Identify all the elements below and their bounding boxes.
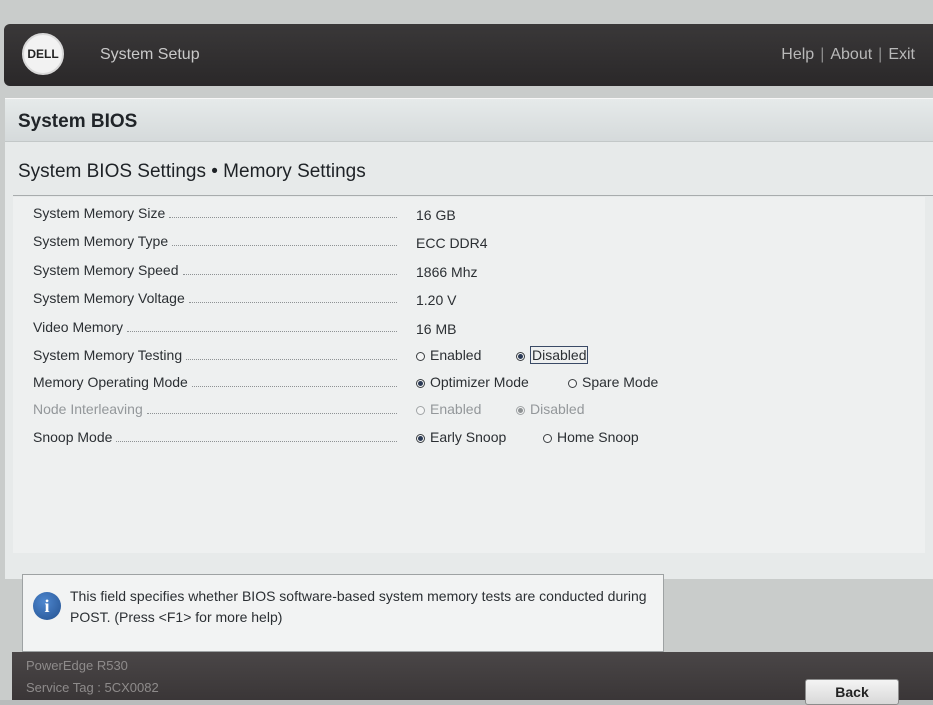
main-panel: System BIOS System BIOS Settings • Memor…	[5, 98, 933, 579]
radio-option-spare-mode[interactable]: Spare Mode	[568, 374, 658, 390]
setting-row[interactable]: Memory Operating Mode Optimizer Mode Spare…	[33, 370, 913, 396]
radio-option-label: Optimizer Mode	[430, 374, 529, 390]
radio-option-enabled: Enabled	[416, 401, 481, 417]
setting-value: 16 MB	[416, 321, 457, 337]
help-box: i This field specifies whether BIOS soft…	[22, 574, 664, 652]
help-link[interactable]: Help	[781, 46, 814, 63]
section-title: System BIOS	[18, 111, 138, 132]
radio-button-icon[interactable]	[416, 352, 425, 361]
radio-button-icon[interactable]	[543, 434, 552, 443]
settings-list: System Memory Size 16 GB System Memory Typ…	[13, 197, 925, 553]
setting-value: 1.20 V	[416, 292, 457, 308]
radio-button-icon	[416, 406, 425, 415]
radio-option-label: Early Snoop	[430, 429, 507, 445]
radio-option-label: Spare Mode	[582, 374, 659, 390]
radio-option-label: Home Snoop	[557, 429, 639, 445]
leader-dots	[182, 274, 397, 275]
radio-option-label: Enabled	[430, 347, 482, 363]
setting-value: 16 GB	[416, 207, 456, 223]
radio-option-disabled[interactable]: Disabled	[516, 346, 589, 364]
radio-option-disabled: Disabled	[516, 401, 584, 417]
radio-option-label: Enabled	[430, 401, 482, 417]
info-icon: i	[33, 592, 61, 620]
setting-label: System Memory Speed	[33, 262, 179, 278]
exit-link[interactable]: Exit	[888, 46, 915, 63]
radio-option-early-snoop[interactable]: Early Snoop	[416, 429, 506, 445]
setting-label: Snoop Mode	[33, 429, 113, 445]
leader-dots	[116, 441, 397, 442]
setting-value: ECC DDR4	[416, 235, 488, 251]
radio-button-icon[interactable]	[516, 352, 525, 361]
model-name: PowerEdge R530	[26, 658, 128, 673]
leader-dots	[188, 302, 397, 303]
setting-row: System Memory Voltage 1.20 V	[33, 286, 913, 312]
setting-row[interactable]: Snoop Mode Early Snoop Home Snoop	[33, 425, 913, 451]
leader-dots	[169, 217, 397, 218]
section-title-bar: System BIOS	[5, 99, 933, 142]
header-bar: DELL System Setup Help | About | Exit	[4, 24, 933, 86]
setting-label: System Memory Type	[33, 233, 169, 249]
about-link[interactable]: About	[830, 46, 872, 63]
setting-label: System Memory Testing	[33, 347, 183, 363]
setting-row: System Memory Type ECC DDR4	[33, 229, 913, 255]
setting-label: Node Interleaving	[33, 401, 143, 417]
radio-button-icon[interactable]	[568, 379, 577, 388]
help-text: This field specifies whether BIOS softwa…	[70, 588, 647, 625]
radio-option-optimizer-mode[interactable]: Optimizer Mode	[416, 374, 529, 390]
leader-dots	[127, 331, 397, 332]
setting-label: System Memory Voltage	[33, 290, 185, 306]
app-title: System Setup	[100, 46, 200, 63]
radio-button-icon	[516, 406, 525, 415]
page-title: System BIOS Settings • Memory Settings	[18, 161, 366, 182]
bios-screen: DELL System Setup Help | About | Exit System…	[0, 0, 933, 705]
radio-button-icon[interactable]	[416, 434, 425, 443]
setting-row: System Memory Speed 1866 Mhz	[33, 258, 913, 284]
radio-option-home-snoop[interactable]: Home Snoop	[543, 429, 639, 445]
leader-dots	[191, 386, 397, 387]
radio-button-icon[interactable]	[416, 379, 425, 388]
divider	[13, 195, 933, 196]
setting-row: Video Memory 16 MB	[33, 315, 913, 341]
leader-dots	[186, 359, 397, 360]
leader-dots	[146, 413, 397, 414]
radio-option-label: Disabled	[530, 346, 589, 364]
setting-label: Memory Operating Mode	[33, 374, 188, 390]
dell-logo: DELL	[22, 33, 64, 75]
radio-option-label: Disabled	[530, 401, 585, 417]
leader-dots	[172, 245, 397, 246]
back-button[interactable]: Back	[805, 679, 899, 705]
setting-row: System Memory Size 16 GB	[33, 201, 913, 227]
setting-row[interactable]: Node Interleaving Enabled Disabled	[33, 397, 913, 423]
service-tag: Service Tag : 5CX0082	[26, 680, 159, 695]
setting-row[interactable]: System Memory Testing Enabled Disabled	[33, 343, 913, 369]
setting-label: System Memory Size	[33, 205, 166, 221]
radio-option-enabled[interactable]: Enabled	[416, 347, 481, 363]
footer-bar: PowerEdge R530 Service Tag : 5CX0082 Bac…	[12, 652, 933, 705]
header-links: Help | About | Exit	[781, 46, 915, 63]
setting-value: 1866 Mhz	[416, 264, 478, 280]
setting-label: Video Memory	[33, 319, 124, 335]
